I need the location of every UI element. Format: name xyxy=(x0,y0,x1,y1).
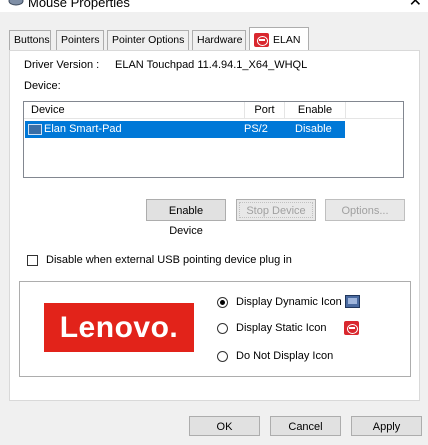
column-header-port[interactable]: Port xyxy=(245,102,285,119)
device-row[interactable]: Elan Smart-Pad PS/2 Disable xyxy=(25,121,345,138)
dynamic-touchpad-icon xyxy=(345,295,360,308)
usb-disable-checkbox[interactable] xyxy=(27,254,38,266)
column-header-enable[interactable]: Enable xyxy=(285,102,346,119)
usb-disable-label: Disable when external USB pointing devic… xyxy=(46,254,292,266)
elan-icon xyxy=(254,32,269,47)
device-list[interactable]: Device Port Enable Elan Smart-Pad PS/2 D… xyxy=(23,101,404,178)
tab-buttons[interactable]: Buttons xyxy=(9,30,51,50)
radio-button[interactable] xyxy=(217,350,228,362)
static-elan-icon xyxy=(344,321,359,335)
apply-button[interactable]: Apply xyxy=(351,416,422,436)
device-enable-state: Disable xyxy=(295,123,332,135)
tab-elan[interactable]: ELAN xyxy=(249,27,309,51)
driver-version-label: Driver Version : xyxy=(24,59,100,71)
column-header-device[interactable]: Device xyxy=(24,102,245,119)
radio-label: Display Dynamic Icon xyxy=(236,296,342,308)
radio-display-dynamic-icon[interactable]: Display Dynamic Icon xyxy=(217,296,342,308)
device-label: Device: xyxy=(24,80,61,92)
device-port: PS/2 xyxy=(244,123,268,135)
driver-version-value: ELAN Touchpad 11.4.94.1_X64_WHQL xyxy=(115,59,308,71)
radio-button[interactable] xyxy=(217,322,228,334)
usb-disable-option[interactable]: Disable when external USB pointing devic… xyxy=(27,254,292,266)
touchpad-icon xyxy=(28,124,42,135)
list-header: Device Port Enable xyxy=(24,102,403,119)
radio-do-not-display-icon[interactable]: Do Not Display Icon xyxy=(217,350,333,362)
enable-device-button[interactable]: Enable Device xyxy=(146,199,226,237)
tab-hardware[interactable]: Hardware xyxy=(192,30,246,50)
tab-elan-label: ELAN xyxy=(273,33,301,46)
mouse-icon xyxy=(8,0,24,6)
close-icon[interactable]: ✕ xyxy=(409,0,422,10)
stop-device-button[interactable]: Stop Device xyxy=(236,199,316,221)
tab-pointer-options[interactable]: Pointer Options xyxy=(107,30,189,50)
radio-label: Do Not Display Icon xyxy=(236,350,334,362)
options-button[interactable]: Options... xyxy=(325,199,405,221)
lenovo-logo: Lenovo. xyxy=(44,303,194,352)
window-title: Mouse Properties xyxy=(28,0,130,10)
tab-pointers[interactable]: Pointers xyxy=(56,30,104,50)
radio-button[interactable] xyxy=(217,296,228,308)
radio-label: Display Static Icon xyxy=(236,322,327,334)
cancel-button[interactable]: Cancel xyxy=(270,416,341,436)
radio-display-static-icon[interactable]: Display Static Icon xyxy=(217,322,326,334)
title-bar: Mouse Properties ✕ xyxy=(0,0,428,12)
ok-button[interactable]: OK xyxy=(189,416,260,436)
device-name: Elan Smart-Pad xyxy=(44,123,122,135)
